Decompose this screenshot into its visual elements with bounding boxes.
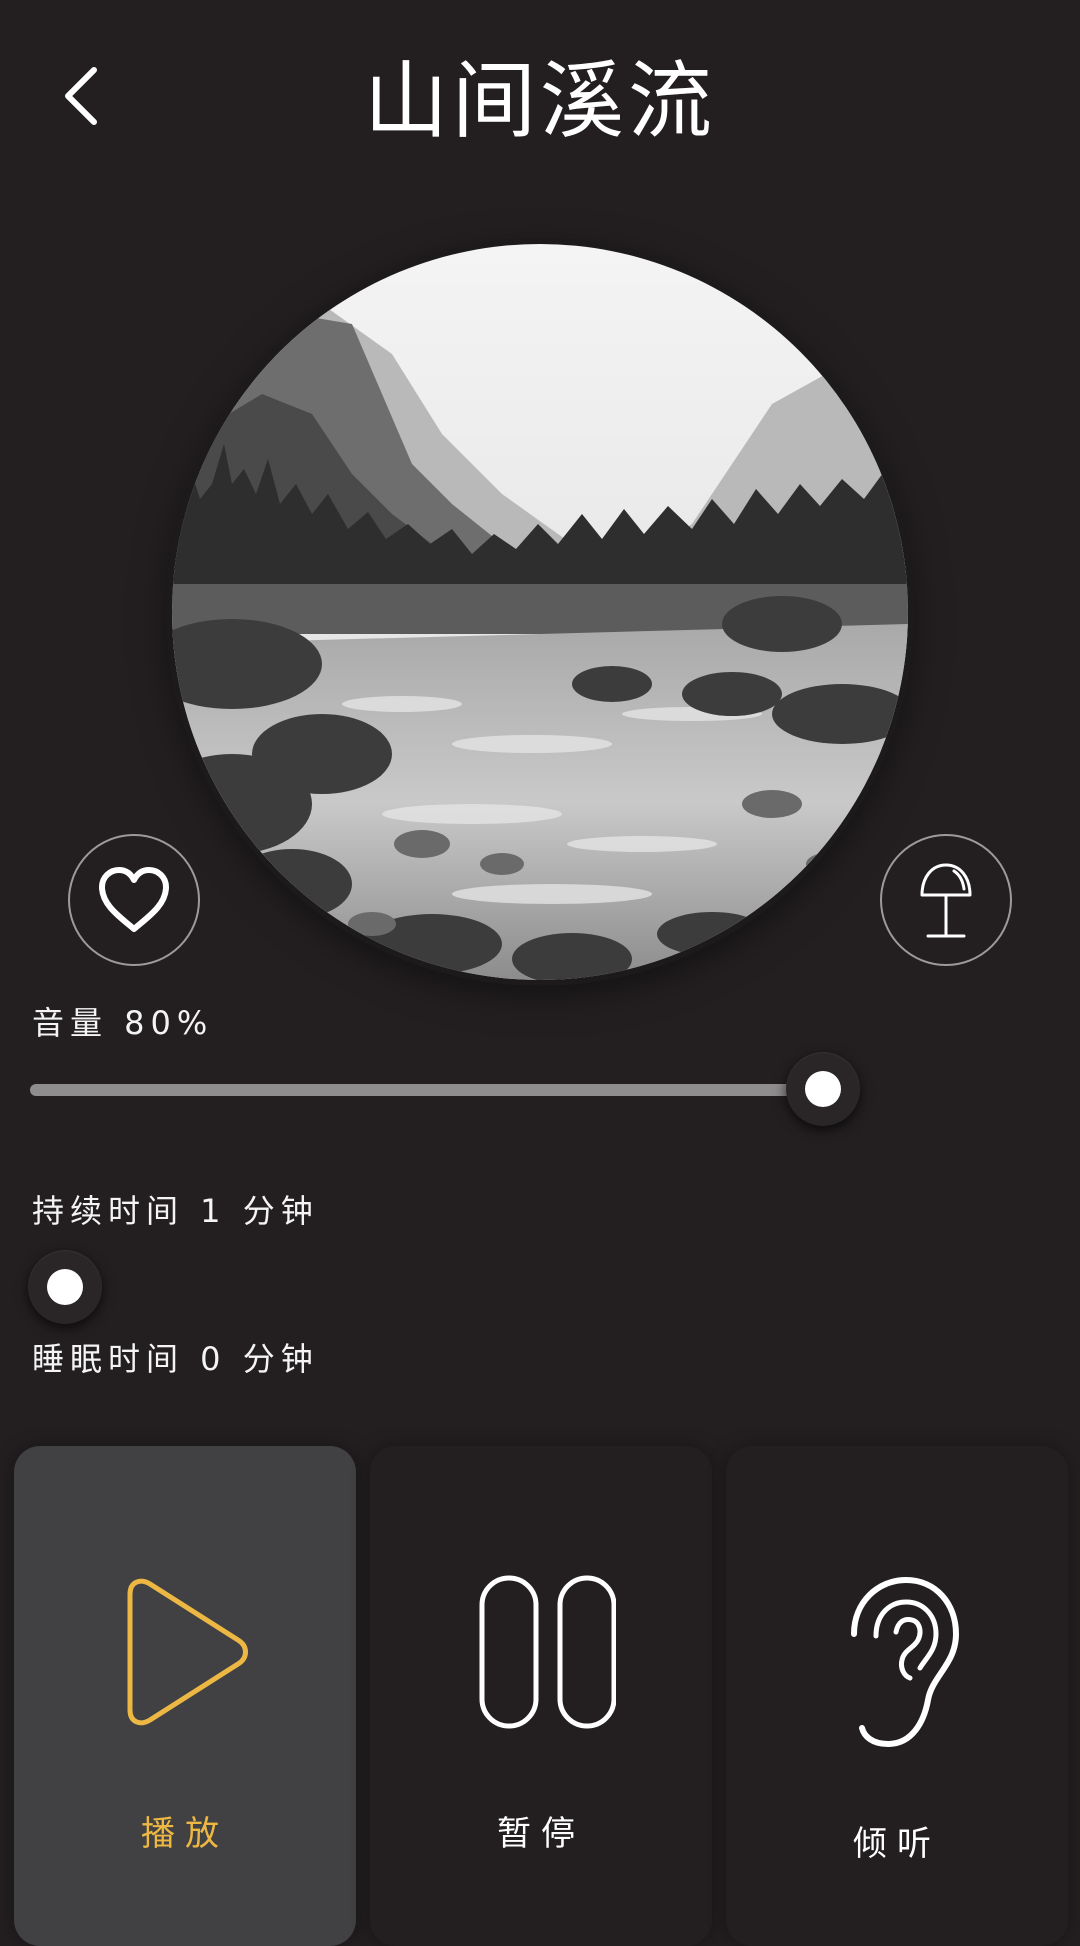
ear-icon: [851, 1577, 959, 1747]
pause-icon: [479, 1575, 616, 1729]
listen-label: 倾听: [853, 1824, 941, 1864]
pause-button[interactable]: 暂停: [370, 1446, 712, 1946]
duration-label: 持续时间 1 分钟: [32, 1192, 319, 1230]
volume-slider-dot: [805, 1071, 841, 1107]
duration-slider-handle[interactable]: [28, 1250, 102, 1324]
volume-slider-track[interactable]: [30, 1084, 820, 1096]
volume-label: 音量 80%: [32, 1004, 214, 1042]
page-title: 山间溪流: [363, 52, 716, 150]
play-icon: [127, 1578, 248, 1726]
duration-slider-dot: [47, 1269, 83, 1305]
listen-button[interactable]: 倾听: [726, 1446, 1068, 1946]
favorite-button[interactable]: [68, 834, 200, 966]
sleep-timer-label: 睡眠时间 0 分钟: [32, 1340, 319, 1378]
pause-label: 暂停: [497, 1814, 585, 1854]
heart-icon: [99, 867, 169, 932]
lamp-button[interactable]: [880, 834, 1012, 966]
volume-slider-handle[interactable]: [786, 1052, 860, 1126]
play-label: 播放: [141, 1814, 229, 1854]
artwork-image: [172, 244, 908, 980]
lamp-icon: [920, 863, 972, 938]
play-button[interactable]: 播放: [14, 1446, 356, 1946]
